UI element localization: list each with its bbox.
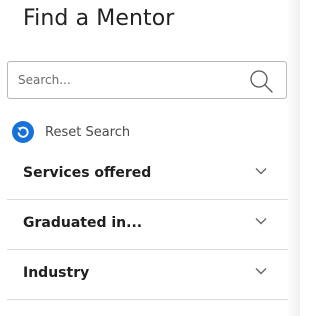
page-title: Find a Mentor: [23, 6, 175, 31]
search-icon[interactable]: [248, 68, 274, 94]
panel-edge-shadow: [286, 0, 300, 316]
filter-list: Services offered Graduated in... Industr…: [7, 150, 288, 300]
chevron-down-icon: [255, 168, 267, 175]
reset-search-button[interactable]: Reset Search: [12, 120, 130, 144]
filter-industry[interactable]: Industry: [7, 250, 288, 300]
chevron-down-icon: [255, 268, 267, 275]
reset-search-label: Reset Search: [45, 124, 131, 140]
filter-label: Services offered: [23, 165, 152, 181]
chevron-down-icon: [255, 218, 267, 225]
search-box[interactable]: [7, 61, 287, 99]
search-input[interactable]: [18, 62, 238, 98]
filter-label: Graduated in...: [23, 215, 143, 231]
reset-icon: [12, 121, 34, 143]
filter-label: Industry: [23, 265, 90, 281]
filter-services-offered[interactable]: Services offered: [7, 150, 288, 200]
filter-graduated-in[interactable]: Graduated in...: [7, 200, 288, 250]
find-mentor-panel: Find a Mentor Reset Search Services offe…: [0, 0, 300, 316]
